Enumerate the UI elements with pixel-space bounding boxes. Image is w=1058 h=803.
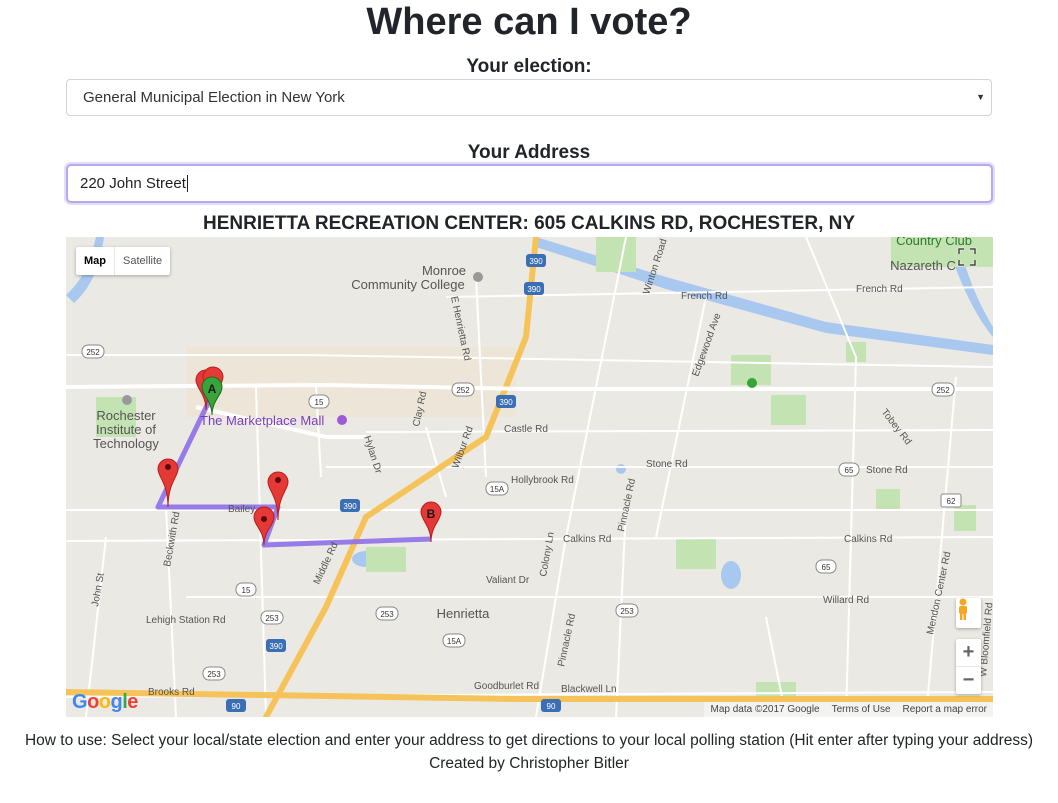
address-label: Your Address (467, 142, 591, 163)
map-type-map-button[interactable]: Map (76, 247, 114, 275)
election-label: Your election: (466, 56, 592, 77)
start-marker-label: A (208, 382, 217, 396)
svg-text:252: 252 (86, 348, 100, 357)
svg-text:Calkins Rd: Calkins Rd (563, 534, 611, 545)
svg-text:62: 62 (947, 497, 956, 506)
destination-heading: HENRIETTA RECREATION CENTER: 605 CALKINS… (202, 213, 856, 234)
svg-text:Castle Rd: Castle Rd (504, 424, 548, 435)
svg-text:Brooks Rd: Brooks Rd (148, 687, 195, 698)
svg-text:The Marketplace Mall: The Marketplace Mall (200, 413, 324, 428)
svg-text:390: 390 (529, 257, 543, 266)
svg-text:15: 15 (242, 586, 251, 595)
svg-text:253: 253 (207, 670, 221, 679)
street-view-pegman-icon[interactable] (956, 598, 981, 628)
map-attribution: Map data ©2017 Google Terms of Use Repor… (704, 702, 993, 717)
svg-text:Hollybrook Rd: Hollybrook Rd (511, 475, 574, 486)
zoom-out-button[interactable]: − (956, 667, 981, 694)
fullscreen-icon[interactable] (957, 247, 977, 267)
svg-text:Stone Rd: Stone Rd (866, 465, 908, 476)
svg-text:65: 65 (822, 563, 831, 572)
svg-text:15: 15 (315, 398, 324, 407)
end-marker-label: B (427, 507, 436, 521)
page-title: Where can I vote? (366, 1, 692, 43)
svg-text:Valiant Dr: Valiant Dr (486, 575, 530, 586)
svg-text:Blackwell Ln: Blackwell Ln (561, 684, 617, 695)
svg-text:253: 253 (265, 614, 279, 623)
chevron-down-icon: ▼ (976, 92, 985, 102)
zoom-in-button[interactable]: + (956, 639, 981, 666)
svg-text:390: 390 (499, 398, 513, 407)
google-logo: Google (72, 691, 138, 713)
svg-text:90: 90 (232, 702, 241, 711)
election-select[interactable]: General Municipal Election in New York ▼ (66, 79, 992, 116)
map-type-satellite-button[interactable]: Satellite (114, 247, 170, 275)
svg-text:Institute of: Institute of (96, 422, 156, 437)
svg-text:390: 390 (343, 502, 357, 511)
svg-text:Nazareth C: Nazareth C (890, 258, 956, 273)
svg-text:390: 390 (527, 285, 541, 294)
svg-text:252: 252 (456, 386, 470, 395)
address-input[interactable]: 220 John Street (66, 164, 993, 203)
svg-text:Bailey: Bailey (228, 504, 255, 515)
svg-text:253: 253 (620, 607, 634, 616)
svg-text:252: 252 (936, 386, 950, 395)
election-selected-value: General Municipal Election in New York (83, 89, 345, 106)
svg-text:French Rd: French Rd (681, 291, 728, 302)
map-view[interactable]: 390 390 390 390 390 252 252 252 15 15 15… (66, 237, 993, 717)
terms-of-use-link[interactable]: Terms of Use (826, 704, 897, 715)
svg-text:Technology: Technology (93, 436, 159, 451)
author-credit: Created by Christopher Bitler (429, 755, 629, 772)
svg-text:Rochester: Rochester (96, 408, 156, 423)
svg-text:Monroe: Monroe (422, 263, 466, 278)
svg-text:253: 253 (380, 610, 394, 619)
map-data-credit: Map data ©2017 Google (710, 704, 820, 715)
svg-text:65: 65 (845, 466, 854, 475)
svg-text:15A: 15A (447, 637, 462, 646)
svg-text:Community College: Community College (351, 277, 464, 292)
svg-text:Willard Rd: Willard Rd (823, 595, 869, 606)
page: Where can I vote? Your election: General… (0, 0, 1058, 803)
svg-text:390: 390 (269, 642, 283, 651)
svg-text:Goodburlet Rd: Goodburlet Rd (474, 681, 539, 692)
map-type-control[interactable]: Map Satellite (76, 247, 171, 275)
map-canvas[interactable]: 390 390 390 390 390 252 252 252 15 15 15… (66, 237, 993, 717)
svg-text:Calkins Rd: Calkins Rd (844, 534, 892, 545)
svg-text:Lehigh Station Rd: Lehigh Station Rd (146, 615, 226, 626)
text-cursor (186, 175, 188, 192)
zoom-control: + − (956, 639, 981, 694)
svg-text:90: 90 (547, 702, 556, 711)
address-input-value: 220 John Street (80, 175, 186, 192)
report-map-error-link[interactable]: Report a map error (897, 704, 993, 715)
svg-text:15A: 15A (490, 485, 505, 494)
how-to-use-text: How to use: Select your local/state elec… (24, 732, 1034, 749)
svg-text:French Rd: French Rd (856, 284, 903, 295)
svg-text:Henrietta: Henrietta (437, 606, 491, 621)
svg-text:Stone Rd: Stone Rd (646, 459, 688, 470)
